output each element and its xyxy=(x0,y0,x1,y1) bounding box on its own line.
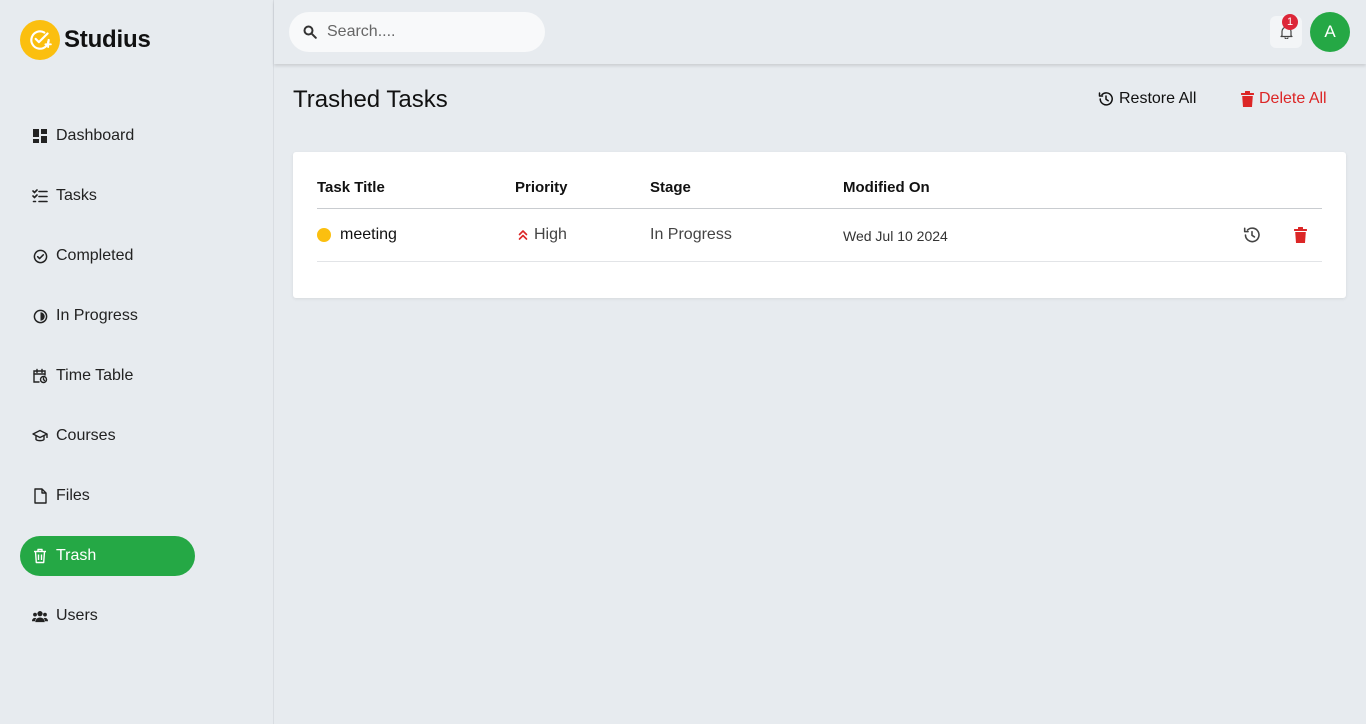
sidebar-item-time-table[interactable]: Time Table xyxy=(20,356,195,396)
sidebar-item-users[interactable]: Users xyxy=(20,596,195,636)
page-title: Trashed Tasks xyxy=(293,86,448,113)
topbar: 1 A xyxy=(274,0,1366,64)
sidebar-nav: Dashboard Tasks Completed In Progress Ti… xyxy=(20,116,195,656)
table-row: meeting High In Progress Wed Jul 10 2024 xyxy=(317,209,1322,262)
restore-all-label: Restore All xyxy=(1119,90,1197,107)
search-icon xyxy=(303,25,317,39)
sidebar-item-dashboard[interactable]: Dashboard xyxy=(20,116,195,156)
sidebar-item-trash[interactable]: Trash xyxy=(20,536,195,576)
sidebar-item-tasks[interactable]: Tasks xyxy=(20,176,195,216)
trash-icon xyxy=(1293,227,1307,243)
graduation-cap-icon xyxy=(32,428,48,444)
brand-name: Studius xyxy=(64,26,151,53)
task-stage: In Progress xyxy=(650,226,732,243)
sidebar-item-label: In Progress xyxy=(56,307,138,324)
task-list-icon xyxy=(32,188,48,204)
sidebar-item-label: Courses xyxy=(56,427,116,444)
sidebar-item-label: Time Table xyxy=(56,367,134,384)
double-chevron-up-icon xyxy=(518,229,528,241)
table-header: Task Title Priority Stage Modified On xyxy=(317,152,1322,209)
avatar[interactable]: A xyxy=(1310,12,1350,52)
sidebar-item-label: Tasks xyxy=(56,187,97,204)
column-header-priority: Priority xyxy=(515,179,568,196)
sidebar: Studius Dashboard Tasks Completed In Pro… xyxy=(0,0,274,724)
restore-icon xyxy=(1243,227,1260,243)
dashboard-icon xyxy=(32,128,48,144)
restore-task-button[interactable] xyxy=(1242,225,1262,245)
delete-all-label: Delete All xyxy=(1259,90,1327,107)
sidebar-item-label: Completed xyxy=(56,247,134,264)
file-icon xyxy=(32,488,48,504)
trash-icon xyxy=(1241,91,1254,107)
sidebar-item-files[interactable]: Files xyxy=(20,476,195,516)
check-plus-icon xyxy=(20,20,60,60)
task-title: meeting xyxy=(340,226,397,243)
sidebar-item-label: Trash xyxy=(56,547,97,564)
search-box[interactable] xyxy=(289,12,545,52)
trash-icon xyxy=(32,548,48,564)
delete-all-button[interactable]: Delete All xyxy=(1241,90,1327,108)
column-header-modified-on: Modified On xyxy=(843,179,930,196)
sidebar-item-completed[interactable]: Completed xyxy=(20,236,195,276)
sidebar-item-label: Users xyxy=(56,607,98,624)
sidebar-item-label: Dashboard xyxy=(56,127,135,144)
sidebar-item-label: Files xyxy=(56,487,90,504)
check-circle-icon xyxy=(32,248,48,264)
sidebar-item-in-progress[interactable]: In Progress xyxy=(20,296,195,336)
delete-task-button[interactable] xyxy=(1290,225,1310,245)
task-status-dot xyxy=(317,228,331,242)
task-modified-date: Wed Jul 10 2024 xyxy=(843,228,948,244)
trash-table-card: Task Title Priority Stage Modified On me… xyxy=(293,152,1346,298)
brand[interactable]: Studius xyxy=(20,20,151,60)
notification-badge: 1 xyxy=(1282,14,1298,30)
task-priority: High xyxy=(518,226,567,244)
restore-icon xyxy=(1098,91,1114,107)
column-header-task-title: Task Title xyxy=(317,179,385,196)
progress-circle-icon xyxy=(32,308,48,324)
sidebar-item-courses[interactable]: Courses xyxy=(20,416,195,456)
column-header-stage: Stage xyxy=(650,179,691,196)
search-input[interactable] xyxy=(327,23,527,41)
users-icon xyxy=(32,608,48,624)
restore-all-button[interactable]: Restore All xyxy=(1098,90,1196,108)
calendar-clock-icon xyxy=(32,368,48,384)
task-priority-label: High xyxy=(534,226,567,243)
